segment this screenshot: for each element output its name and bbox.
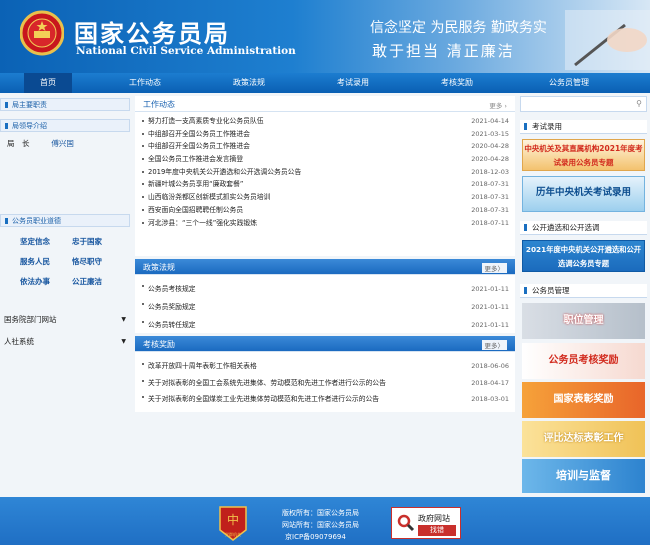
duties-title[interactable]: 局主要职责 [0,98,130,111]
motto-item: 忠于国家 [72,237,102,246]
nav-work-news[interactable]: 工作动态 [118,73,172,93]
award-title[interactable]: 考核奖励 [143,339,175,350]
training-supervision-banner[interactable]: 培训与监督 [522,459,645,493]
manage-title: 公务员管理 [520,284,647,298]
policy-title[interactable]: 政策法规 [143,262,175,273]
exam-title: 考试录用 [520,120,647,134]
motto-item: 服务人民 [20,257,50,266]
policy-header: 政策法规 更多〉 [135,259,515,275]
ministry-sites-select[interactable]: 国务院部门网站 ▼ [0,313,130,327]
slogan-line1: 信念坚定 为民服务 勤政务实 [370,20,547,36]
footer-owner: 网站所有：国家公务员局 [282,521,359,529]
motto-item: 坚定信念 [20,237,50,246]
award-section: 考核奖励 更多〉 改革开放四十周年表彰工作相关表格 2018-06-06 关于对拟… [135,336,515,412]
policy-more-link[interactable]: 更多〉 [481,263,507,273]
exam-history-banner[interactable]: 历年中央机关考试录用 [522,176,645,212]
news-more-link[interactable]: 更多 › [489,100,507,110]
assessment-award-banner[interactable]: 公务员考核奖励 [522,343,645,379]
footer-copyright: 版权所有：国家公务员局 [282,509,359,517]
motto-item: 依法办事 [20,277,50,286]
gov-site-label: 政府网站 [418,514,450,523]
gov-site-action: 找错 [418,525,456,536]
news-header: 工作动态 更多 › [135,96,515,112]
search-input[interactable]: ⚲ [520,96,647,112]
evaluation-banner[interactable]: 评比达标表彰工作 [522,421,645,457]
select-2021-banner[interactable]: 2021年度中央机关公开遴选和公开选调公务员专题 [522,240,645,272]
left-column: 局主要职责 局领导介绍 局 长 傅兴国 公务员职业道德 坚定信念 忠于国家 服务… [0,98,130,287]
award-item[interactable]: 改革开放四十周年表彰工作相关表格 2018-06-06 [135,358,515,375]
position-management-banner[interactable]: 职位管理 [522,303,645,339]
news-item[interactable]: 2019年度中央机关公开遴选和公开选调公务员公告 2018-12-03 [135,166,515,179]
leader-name[interactable]: 傅兴国 [51,138,74,149]
policy-item[interactable]: 公务员奖励规定 2021-01-11 [135,298,515,316]
ethics-motto: 坚定信念 忠于国家 服务人民 恪尽职守 依法办事 公正廉洁 [0,227,130,287]
policy-item[interactable]: 公务员转任规定 2021-01-11 [135,316,515,334]
national-emblem-icon [20,10,64,56]
nav-exam[interactable]: 考试录用 [326,73,380,93]
svg-text:中: 中 [227,512,239,527]
policy-item[interactable]: 公务员考核规定 2021-01-11 [135,280,515,298]
hr-system-label: 人社系统 [4,337,34,346]
motto-item: 恪尽职守 [72,257,102,266]
search-icon[interactable]: ⚲ [636,99,642,108]
news-item[interactable]: 河北涉县：“三个一线”强化实践锻炼 2018-07-11 [135,217,515,230]
nav-award[interactable]: 考核奖励 [430,73,484,93]
party-organ-badge[interactable]: 中 党群机关 [218,505,248,542]
dropdown-arrow-icon: ▼ [121,338,126,345]
magnifier-icon [397,514,415,532]
news-item[interactable]: 努力打造一支高素质专业化公务员队伍 2021-04-14 [135,115,515,128]
select-title: 公开遴选和公开选调 [520,221,647,235]
pen-hand-decoration [565,10,650,70]
award-item[interactable]: 关于对拟表彰的全国煤炭工业先进集体劳动模范和先进工作者进行公示的公告 2018-0… [135,391,515,408]
gov-site-error-button[interactable]: 政府网站 找错 [391,507,461,539]
news-item[interactable]: 中组部召开全国公务员工作推进会 2021-03-15 [135,128,515,141]
motto-item: 公正廉洁 [72,277,102,286]
award-item[interactable]: 关于对拟表彰的全国工会系统先进集体、劳动模范和先进工作者进行公示的公告 2018-… [135,375,515,392]
news-item[interactable]: 山西临汾尧都区创新模式抓实公务员培训 2018-07-31 [135,191,515,204]
nav-management[interactable]: 公务员管理 [538,73,600,93]
dropdown-arrow-icon: ▼ [121,316,126,323]
news-section: 工作动态 更多 › 努力打造一支高素质专业化公务员队伍 2021-04-14 中组… [135,96,515,256]
news-title[interactable]: 工作动态 [143,99,175,110]
nav-home[interactable]: 首页 [24,73,72,93]
ministry-sites-label: 国务院部门网站 [4,315,57,324]
award-more-link[interactable]: 更多〉 [481,340,507,350]
footer-icp[interactable]: 京ICP备09079694 [285,532,346,542]
news-item[interactable]: 新疆叶城公务员享用“廉政套餐” 2018-07-31 [135,178,515,191]
nav-policy[interactable]: 政策法规 [222,73,276,93]
news-item[interactable]: 西安面向全国招聘聘任制公务员 2018-07-31 [135,204,515,217]
leader-role: 局 长 [7,139,30,148]
site-name-en: National Civil Service Administration [76,45,296,57]
site-name-cn: 国家公务员局 [74,19,230,48]
site-header: 国家公务员局 National Civil Service Administra… [0,0,650,73]
national-commendation-banner[interactable]: 国家表彰奖励 [522,382,645,418]
policy-section: 政策法规 更多〉 公务员考核规定 2021-01-11 公务员奖励规定 2021-0… [135,259,515,333]
ethics-title: 公务员职业道德 [0,214,130,227]
leaders-title[interactable]: 局领导介绍 [0,119,130,132]
slogan-line2: 敢于担当 清正廉洁 [372,42,515,60]
leader-row: 局 长 傅兴国 [0,132,130,155]
main-nav: 首页 工作动态 政策法规 考试录用 考核奖励 公务员管理 [0,73,650,93]
hr-system-select[interactable]: 人社系统 ▼ [0,335,130,349]
exam-2021-banner[interactable]: 中央机关及其直属机构2021年度考试录用公务员专题 [522,139,645,171]
news-item[interactable]: 中组部召开全国公务员工作推进会 2020-04-28 [135,140,515,153]
award-header: 考核奖励 更多〉 [135,336,515,352]
news-item[interactable]: 全国公务员工作推进会发言摘登 2020-04-28 [135,153,515,166]
party-organ-badge-label: 党群机关 [225,532,241,537]
